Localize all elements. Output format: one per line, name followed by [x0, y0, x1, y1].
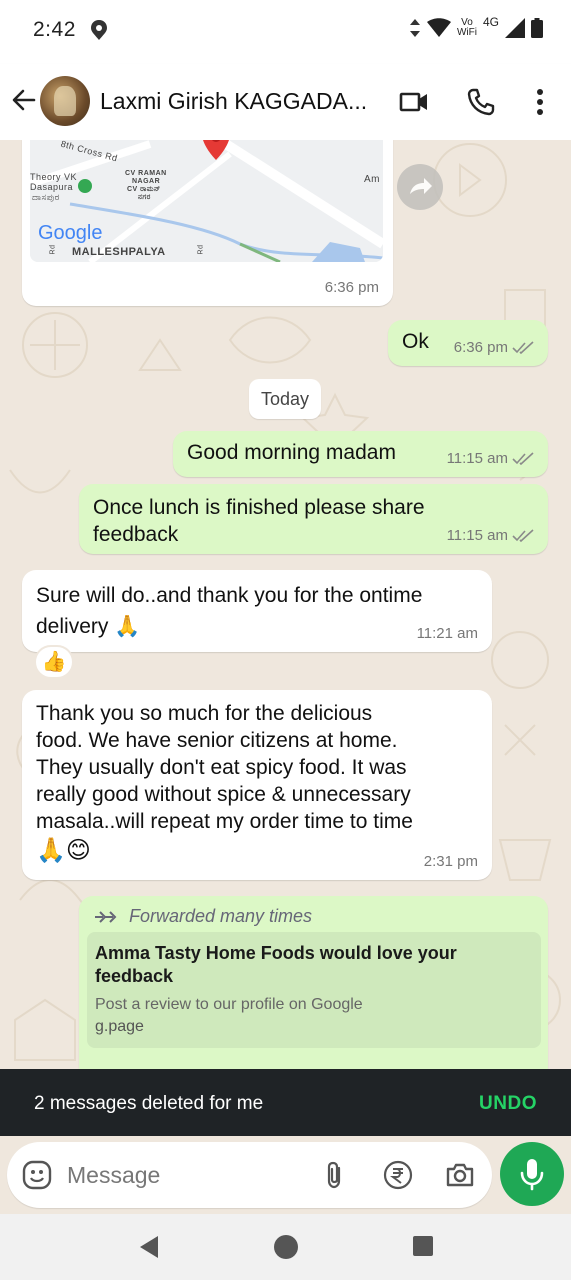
message-time: 11:15 am [447, 527, 534, 544]
message-composer: Message [0, 1136, 571, 1214]
nav-home-icon[interactable] [273, 1234, 299, 1260]
contact-name[interactable]: Laxmi Girish KAGGADA... [100, 88, 367, 115]
message-line: Thank you so much for the delicious [36, 702, 373, 725]
map-label: CV ರಾಮನ್ [127, 186, 161, 193]
chat-header: Laxmi Girish KAGGADA... [0, 64, 571, 140]
message-time-text: 11:21 am [416, 625, 478, 642]
forward-icon [410, 178, 432, 194]
link-preview-title-line: feedback [95, 966, 174, 986]
back-arrow-icon[interactable] [8, 84, 40, 116]
double-tick-icon [512, 451, 534, 465]
message-time: 11:21 am [417, 625, 478, 642]
snackbar: 2 messages deleted for me UNDO [0, 1069, 571, 1136]
notification-icon [91, 20, 107, 40]
link-preview-title: Amma Tasty Home Foods would love your fe… [95, 942, 533, 988]
forwarded-label-text: Forwarded many times [129, 906, 313, 926]
forwarded-message-bubble[interactable]: Forwarded many times Amma Tasty Home Foo… [79, 896, 548, 1069]
double-tick-icon [512, 528, 534, 542]
forwarded-icon [95, 910, 117, 923]
map-label: Am [364, 174, 380, 185]
map-label: MALLESHPALYA [72, 246, 166, 258]
map-label: Rd [49, 244, 57, 255]
message-line: delivery 🙏 [36, 615, 141, 638]
message-bubble-incoming[interactable]: Sure will do..and thank you for the onti… [22, 570, 492, 652]
link-preview-url: g.page [95, 1018, 144, 1035]
status-icons: Vo WiFi 4G [409, 15, 543, 38]
message-text: Sure will do..and thank you for the onti… [36, 580, 478, 642]
message-bubble-outgoing[interactable]: Once lunch is finished please share feed… [79, 484, 548, 554]
mic-button[interactable] [500, 1142, 564, 1206]
mic-icon [520, 1159, 544, 1191]
battery-icon [531, 18, 543, 38]
message-input-container[interactable]: Message [7, 1142, 492, 1208]
link-preview-title-line: Amma Tasty Home Foods would love your [95, 943, 457, 963]
snackbar-text: 2 messages deleted for me [34, 1093, 264, 1114]
message-text: Thank you so much for the delicious food… [36, 700, 478, 867]
google-logo: Google [38, 222, 103, 244]
emoji-icon[interactable] [21, 1159, 53, 1191]
message-bubble-outgoing[interactable]: Ok 6:36 pm [388, 320, 548, 366]
message-text: Good morning madam [187, 441, 396, 464]
reaction-badge[interactable]: 👍 [34, 645, 74, 679]
forward-button[interactable] [397, 164, 443, 210]
rupee-payment-icon[interactable] [382, 1159, 414, 1191]
status-time: 2:42 [33, 18, 76, 41]
message-line: Sure will do..and thank you for the onti… [36, 584, 423, 607]
message-line: Once lunch is finished please share [93, 496, 425, 519]
message-line: really good without spice & unnecessary [36, 783, 411, 806]
map-label: NAGAR [132, 178, 161, 185]
double-tick-icon [512, 340, 534, 354]
avatar[interactable] [40, 76, 90, 126]
map-label: Dasapura [30, 182, 74, 192]
link-preview[interactable]: Amma Tasty Home Foods would love your fe… [87, 932, 541, 1048]
message-time-text: 6:36 pm [324, 279, 379, 296]
attach-icon[interactable] [318, 1159, 350, 1191]
message-bubble-incoming[interactable]: Thank you so much for the delicious food… [22, 690, 492, 880]
message-time-text: 11:15 am [446, 450, 508, 467]
more-vert-icon[interactable] [524, 86, 556, 118]
data-arrows-icon [409, 19, 420, 37]
system-nav-bar [0, 1214, 571, 1280]
message-bubble-outgoing[interactable]: Good morning madam 11:15 am [173, 431, 548, 477]
nav-recents-icon[interactable] [411, 1234, 435, 1258]
nav-back-icon[interactable] [136, 1234, 162, 1260]
status-bar: 2:42 Vo WiFi 4G [0, 0, 571, 64]
message-time-text: 2:31 pm [423, 853, 478, 870]
message-input[interactable]: Message [67, 1162, 160, 1189]
map-label: Theory VK [30, 172, 78, 182]
signal-type: 4G [482, 15, 499, 29]
undo-button[interactable]: UNDO [479, 1093, 537, 1115]
message-time: 2:31 pm [424, 853, 478, 870]
phone-icon[interactable] [465, 86, 497, 118]
signal-icon [505, 18, 525, 38]
message-time: 6:36 pm [454, 339, 534, 356]
network-label-bottom: WiFi [456, 27, 477, 38]
wifi-icon [426, 18, 451, 37]
network-label: Vo WiFi [457, 18, 477, 38]
forwarded-label: Forwarded many times [93, 906, 312, 927]
video-call-icon[interactable] [398, 86, 430, 118]
message-text: Ok [402, 330, 429, 353]
message-line: They usually don't eat spicy food. It wa… [36, 756, 407, 779]
map-label: ದಾಸಪುರ [32, 192, 60, 202]
message-time-text: 11:15 am [446, 527, 508, 544]
map-label: ನಗರ [138, 194, 151, 201]
message-time: 11:15 am [447, 450, 534, 467]
message-line: masala..will repeat my order time to tim… [36, 810, 413, 833]
date-divider: Today [249, 379, 321, 419]
map-message-bubble[interactable]: 8th Cross Rd Theory VK Dasapura ದಾಸಪುರ C… [22, 140, 393, 306]
camera-icon[interactable] [444, 1159, 476, 1191]
link-preview-description: Post a review to our profile on Google [95, 996, 363, 1013]
message-line: 🙏😊 [36, 837, 91, 864]
map-label: Rd [197, 244, 205, 255]
message-time: 6:36 pm [325, 279, 379, 296]
message-time-text: 6:36 pm [453, 339, 508, 356]
location-map[interactable]: 8th Cross Rd Theory VK Dasapura ದಾಸಪುರ C… [30, 140, 383, 262]
map-label: CV RAMAN [125, 170, 167, 177]
chat-area[interactable]: 8th Cross Rd Theory VK Dasapura ದಾಸಪುರ C… [0, 140, 571, 1069]
message-line: food. We have senior citizens at home. [36, 729, 398, 752]
